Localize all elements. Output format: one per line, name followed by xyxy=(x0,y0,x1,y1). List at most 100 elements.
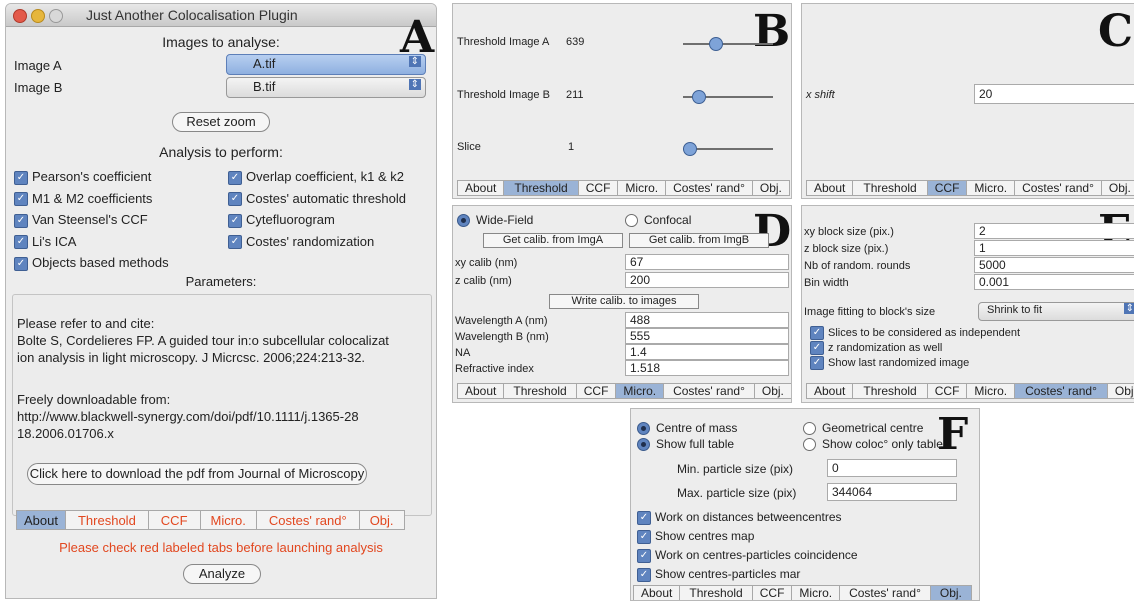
tab-about[interactable]: About xyxy=(457,383,504,399)
write-calib-button[interactable]: Write calib. to images xyxy=(549,294,699,309)
option-m1-m2[interactable]: ✓ M1 & M2 coefficients xyxy=(14,188,169,210)
zoom-dot-icon[interactable] xyxy=(49,9,63,23)
option-objects[interactable]: ✓ Objects based methods xyxy=(14,252,169,274)
radio-selected-icon xyxy=(457,214,470,228)
z-randomization-checkbox[interactable]: ✓ z randomization as well xyxy=(810,341,942,355)
x-shift-field[interactable]: 20 xyxy=(974,84,1134,104)
tab-costes-rand[interactable]: Costes' rand° xyxy=(1014,383,1107,399)
tab-micro[interactable]: Micro. xyxy=(615,383,664,399)
tab-about[interactable]: About xyxy=(806,383,853,399)
max-particle-field[interactable]: 344064 xyxy=(827,483,957,501)
analyze-button[interactable]: Analyze xyxy=(183,564,261,584)
get-calib-b-button[interactable]: Get calib. from ImgB xyxy=(629,233,769,248)
option-cytefluorogram[interactable]: ✓ Cytefluorogram xyxy=(228,209,406,231)
download-pdf-button[interactable]: Click here to download the pdf from Jour… xyxy=(27,463,367,485)
option-pearson[interactable]: ✓ Pearson's coefficient xyxy=(14,166,169,188)
coincidence-checkbox[interactable]: ✓ Work on centres-particles coincidence xyxy=(637,548,858,563)
wide-field-radio[interactable]: Wide-Field xyxy=(457,213,533,228)
tab-threshold[interactable]: Threshold xyxy=(503,383,576,399)
tab-micro[interactable]: Micro. xyxy=(791,585,840,600)
panel-b: B Threshold Image A 639 Threshold Image … xyxy=(452,3,792,199)
tab-ccf[interactable]: CCF xyxy=(575,383,616,399)
panel-b-tabs: About Threshold CCF Micro. Costes' rand°… xyxy=(457,180,790,196)
random-rounds-field[interactable]: 5000 xyxy=(974,257,1134,273)
tab-micro[interactable]: Micro. xyxy=(966,383,1015,399)
confocal-radio[interactable]: Confocal xyxy=(625,213,691,228)
refractive-index-label: Refractive index xyxy=(455,363,534,375)
bin-width-field[interactable]: 0.001 xyxy=(974,274,1134,290)
tab-about[interactable]: About xyxy=(633,585,680,600)
centres-map-checkbox[interactable]: ✓ Show centres map xyxy=(637,529,754,544)
image-b-select[interactable]: B.tif ⇕ xyxy=(226,77,426,98)
image-b-label: Image B xyxy=(14,80,63,95)
distances-checkbox[interactable]: ✓ Work on distances betweencentres xyxy=(637,510,842,525)
show-coloc-table-radio[interactable]: Show coloc° only table xyxy=(803,437,943,452)
image-a-label: Image A xyxy=(14,58,62,73)
tab-ccf[interactable]: CCF xyxy=(926,383,967,399)
slider-knob[interactable] xyxy=(708,37,723,51)
tab-costes-rand[interactable]: Costes' rand° xyxy=(1014,180,1101,196)
tab-threshold[interactable]: Threshold xyxy=(852,180,927,196)
option-costes-randomization[interactable]: ✓ Costes' randomization xyxy=(228,231,406,253)
get-calib-a-button[interactable]: Get calib. from ImgA xyxy=(483,233,623,248)
refractive-index-field[interactable]: 1.518 xyxy=(625,360,789,376)
tab-ccf[interactable]: CCF xyxy=(577,180,618,196)
panel-e-tabs: About Threshold CCF Micro. Costes' rand°… xyxy=(806,383,1134,399)
tab-threshold[interactable]: Threshold xyxy=(64,510,148,530)
threshold-a-slider[interactable] xyxy=(683,43,773,45)
tab-threshold[interactable]: Threshold xyxy=(679,585,752,600)
particles-map-checkbox[interactable]: ✓ Show centres-particles mar xyxy=(637,567,800,582)
tab-obj[interactable]: Obj. xyxy=(1106,383,1134,399)
xy-calib-field[interactable]: 67 xyxy=(625,254,789,270)
option-van-steensel[interactable]: ✓ Van Steensel's CCF xyxy=(14,209,169,231)
fitting-label: Image fitting to block's size xyxy=(804,306,936,318)
option-costes-threshold[interactable]: ✓ Costes' automatic threshold xyxy=(228,188,406,210)
centre-of-mass-radio[interactable]: Centre of mass xyxy=(637,421,737,436)
minimize-dot-icon[interactable] xyxy=(31,9,45,23)
tab-threshold[interactable]: Threshold xyxy=(852,383,927,399)
show-last-randomized-checkbox[interactable]: ✓ Show last randomized image xyxy=(810,356,969,370)
tab-micro[interactable]: Micro. xyxy=(199,510,256,530)
tab-costes-rand[interactable]: Costes' rand° xyxy=(839,585,930,600)
wavelength-a-label: Wavelength A (nm) xyxy=(455,315,548,327)
panel-a: Just Another Colocalisation Plugin A Ima… xyxy=(5,3,437,599)
option-li-ica[interactable]: ✓ Li's ICA xyxy=(14,231,169,253)
tab-obj[interactable]: Obj. xyxy=(358,510,405,530)
images-heading: Images to analyse: xyxy=(162,34,280,50)
tab-micro[interactable]: Micro. xyxy=(617,180,666,196)
reset-zoom-button[interactable]: Reset zoom xyxy=(172,112,270,132)
tab-micro[interactable]: Micro. xyxy=(966,180,1015,196)
tab-obj[interactable]: Obj. xyxy=(751,180,790,196)
image-a-select[interactable]: A.tif ⇕ xyxy=(226,54,426,75)
na-field[interactable]: 1.4 xyxy=(625,344,789,360)
geometrical-centre-radio[interactable]: Geometrical centre xyxy=(803,421,923,436)
tab-obj[interactable]: Obj. xyxy=(753,383,791,399)
fitting-select[interactable]: Shrink to fit ⇕ xyxy=(978,302,1134,321)
tab-costes-rand[interactable]: Costes' rand° xyxy=(255,510,359,530)
slider-knob[interactable] xyxy=(683,142,697,156)
tab-about[interactable]: About xyxy=(806,180,853,196)
option-overlap[interactable]: ✓ Overlap coefficient, k1 & k2 xyxy=(228,166,406,188)
z-block-field[interactable]: 1 xyxy=(974,240,1134,256)
slices-independent-checkbox[interactable]: ✓ Slices to be considered as independent xyxy=(810,326,1020,340)
panel-label-c: C xyxy=(1098,6,1134,57)
tab-about[interactable]: About xyxy=(16,510,65,530)
z-calib-field[interactable]: 200 xyxy=(625,272,789,288)
show-full-table-radio[interactable]: Show full table xyxy=(637,437,734,452)
tab-ccf[interactable]: CCF xyxy=(926,180,967,196)
tab-costes-rand[interactable]: Costes' rand° xyxy=(663,383,754,399)
tab-ccf[interactable]: CCF xyxy=(147,510,200,530)
wavelength-a-field[interactable]: 488 xyxy=(625,312,789,328)
tab-ccf[interactable]: CCF xyxy=(751,585,792,600)
tab-threshold[interactable]: Threshold xyxy=(503,180,578,196)
xy-block-field[interactable]: 2 xyxy=(974,223,1134,239)
close-dot-icon[interactable] xyxy=(13,9,27,23)
tab-costes-rand[interactable]: Costes' rand° xyxy=(665,180,752,196)
tab-obj[interactable]: Obj. xyxy=(929,585,972,600)
checkbox-checked-icon: ✓ xyxy=(810,326,824,340)
wavelength-b-field[interactable]: 555 xyxy=(625,328,789,344)
min-particle-field[interactable]: 0 xyxy=(827,459,957,477)
tab-obj[interactable]: Obj. xyxy=(1100,180,1134,196)
tab-about[interactable]: About xyxy=(457,180,504,196)
slider-knob[interactable] xyxy=(691,90,706,104)
